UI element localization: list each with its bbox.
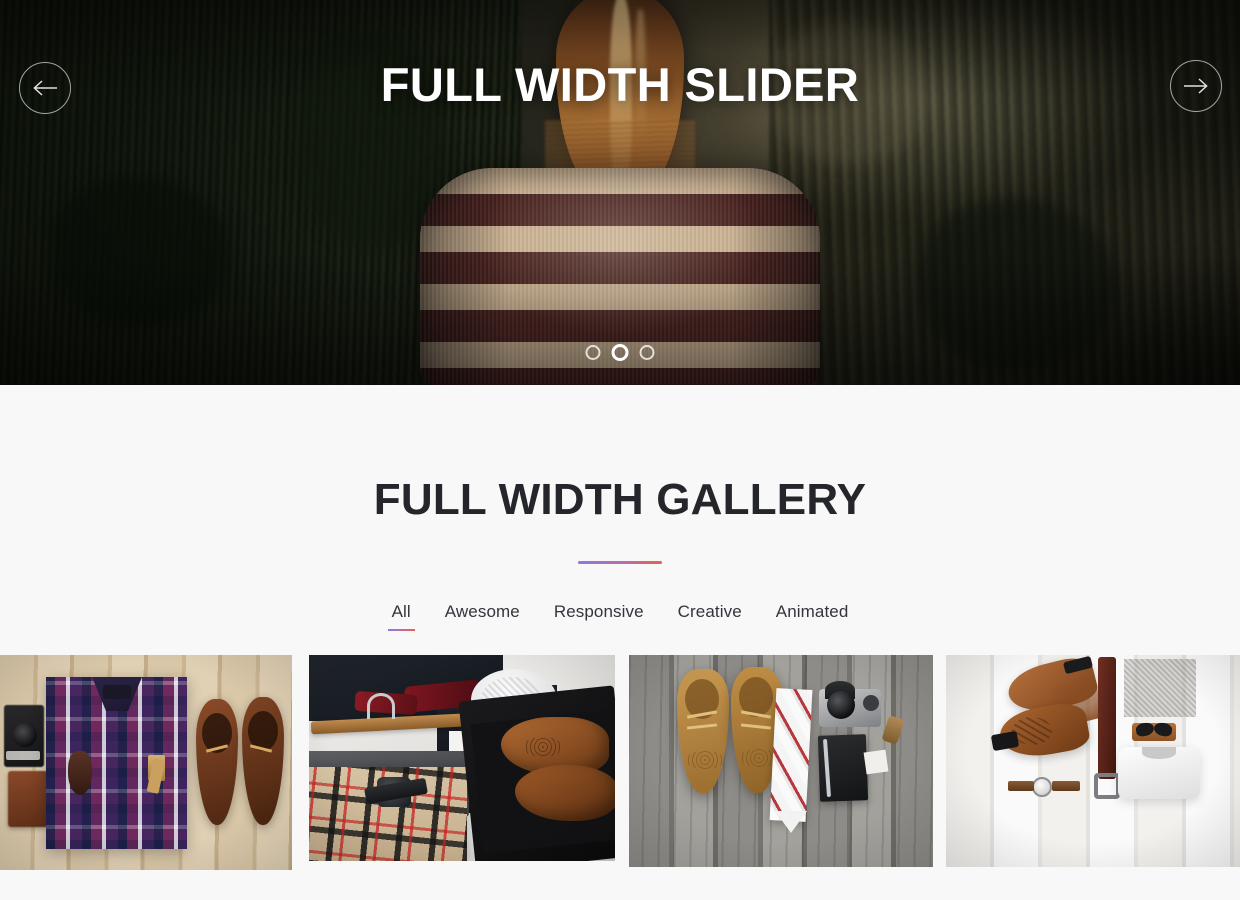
filter-tab-animated[interactable]: Animated (776, 602, 849, 631)
gallery-item[interactable] (629, 655, 933, 867)
arrow-left-icon (33, 80, 57, 96)
hero-slider: FULL WIDTH SLIDER (0, 0, 1240, 385)
slider-dot-3[interactable] (639, 345, 655, 360)
slider-next-button[interactable] (1170, 60, 1222, 112)
gallery-item[interactable] (309, 655, 615, 861)
filter-tab-awesome[interactable]: Awesome (445, 602, 520, 631)
gallery-section: FULL WIDTH GALLERY All Awesome Responsiv… (0, 385, 1240, 870)
gallery-image (629, 655, 933, 867)
gallery-grid (0, 655, 1240, 870)
gallery-item[interactable] (0, 655, 292, 870)
gallery-image (946, 655, 1240, 867)
slider-prev-button[interactable] (19, 62, 71, 114)
gallery-item[interactable] (946, 655, 1240, 867)
gallery-title: FULL WIDTH GALLERY (373, 475, 867, 524)
slider-pagination (585, 344, 655, 361)
arrow-right-icon (1184, 78, 1208, 94)
gallery-image (0, 655, 292, 870)
filter-tab-creative[interactable]: Creative (678, 602, 742, 631)
gallery-filter-tabs: All Awesome Responsive Creative Animated (0, 602, 1240, 631)
title-divider (578, 561, 662, 564)
filter-tab-responsive[interactable]: Responsive (554, 602, 644, 631)
slide-title: FULL WIDTH SLIDER (380, 58, 860, 111)
slider-dot-2[interactable] (611, 344, 629, 361)
gallery-image (309, 655, 615, 861)
filter-tab-all[interactable]: All (387, 602, 416, 631)
slider-dot-1[interactable] (585, 345, 601, 360)
